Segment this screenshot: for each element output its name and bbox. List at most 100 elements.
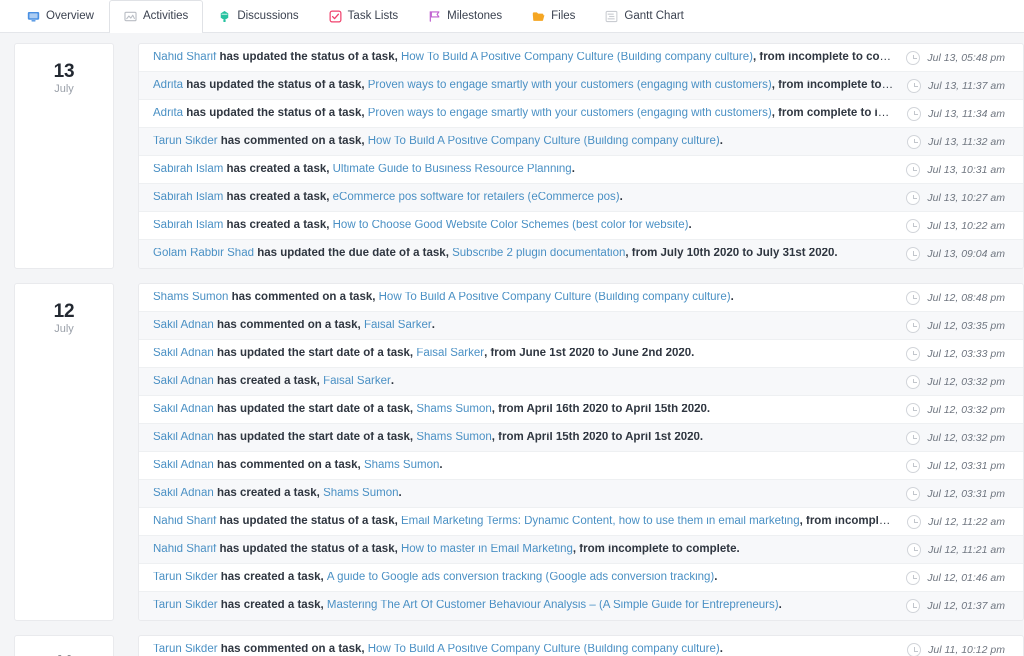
activity-user-link[interactable]: Sakil Adnan xyxy=(153,488,214,499)
activity-action-text: has commented on a task, xyxy=(217,644,368,656)
activity-task-link[interactable]: Shams Sumon xyxy=(416,432,491,443)
activity-row[interactable]: Sakil Adnan has updated the start date o… xyxy=(139,340,1023,368)
activity-row[interactable]: Adrita has updated the status of a task,… xyxy=(139,72,1023,100)
activity-task-link[interactable]: Proven ways to engage smartly with your … xyxy=(368,80,772,91)
activity-row[interactable]: Shams Sumon has commented on a task, How… xyxy=(139,284,1023,312)
tab-milestones[interactable]: Milestones xyxy=(413,0,517,32)
activity-user-link[interactable]: Sakil Adnan xyxy=(153,432,214,443)
activity-text: Sabirah Islam has created a task, How to… xyxy=(153,220,892,232)
activity-row[interactable]: Sabirah Islam has created a task, Ultima… xyxy=(139,156,1023,184)
tab-task-lists[interactable]: Task Lists xyxy=(314,0,414,32)
activity-user-link[interactable]: Adrita xyxy=(153,80,183,91)
activity-task-link[interactable]: Mastering The Art Of Customer Behaviour … xyxy=(327,600,779,611)
activity-tail-text: . xyxy=(398,487,402,499)
activity-row[interactable]: Nahid Sharif has updated the status of a… xyxy=(139,44,1023,72)
activity-task-link[interactable]: How To Build A Positive Company Culture … xyxy=(401,52,753,63)
activity-task-link[interactable]: Ultimate Guide to Business Resource Plan… xyxy=(333,164,572,175)
activity-tail-text: . xyxy=(439,459,443,471)
activity-task-link[interactable]: Shams Sumon xyxy=(416,404,491,415)
activity-task-link[interactable]: Faisal Sarker xyxy=(416,348,484,359)
activity-task-link[interactable]: Shams Sumon xyxy=(323,488,398,499)
activity-timestamp: Jul 12, 11:22 am xyxy=(928,515,1005,528)
activity-user-link[interactable]: Sakil Adnan xyxy=(153,320,214,331)
activity-user-link[interactable]: Sakil Adnan xyxy=(153,404,214,415)
activity-tail-text: . xyxy=(619,191,623,203)
activity-row[interactable]: Sakil Adnan has updated the start date o… xyxy=(139,424,1023,452)
date-month-label: July xyxy=(54,82,74,95)
activity-task-link[interactable]: How To Build A Positive Company Culture … xyxy=(379,292,731,303)
activity-action-text: has commented on a task, xyxy=(213,319,364,331)
activity-row[interactable]: Sakil Adnan has created a task, Shams Su… xyxy=(139,480,1023,508)
tab-label: Discussions xyxy=(237,9,299,22)
clock-icon xyxy=(906,318,921,333)
activity-user-link[interactable]: Nahid Sharif xyxy=(153,52,216,63)
activity-row[interactable]: Nahid Sharif has updated the status of a… xyxy=(139,536,1023,564)
activity-meta: Jul 12, 03:32 pm xyxy=(906,402,1023,417)
activity-task-link[interactable]: Proven ways to engage smartly with your … xyxy=(368,108,772,119)
activity-meta: Jul 12, 01:37 am xyxy=(906,599,1023,613)
tab-activities[interactable]: Activities xyxy=(108,0,204,33)
activity-text: Sakil Adnan has updated the start date o… xyxy=(153,432,892,444)
activity-row[interactable]: Tarun Sikder has created a task, Masteri… xyxy=(139,592,1023,620)
activity-action-text: has updated the start date of a task, xyxy=(213,403,417,415)
activity-task-link[interactable]: Email Marketing Terms: Dynamic Content, … xyxy=(401,516,800,527)
tab-discussions[interactable]: Discussions xyxy=(203,0,313,32)
activity-row[interactable]: Sakil Adnan has commented on a task, Fai… xyxy=(139,312,1023,340)
activity-timestamp: Jul 13, 10:22 am xyxy=(927,219,1005,232)
activity-user-link[interactable]: Nahid Sharif xyxy=(153,544,216,555)
activity-task-link[interactable]: Subscribe 2 plugin documentation xyxy=(452,248,625,259)
activity-task-link[interactable]: Faisal Sarker xyxy=(323,376,391,387)
activity-text: Sakil Adnan has commented on a task, Sha… xyxy=(153,460,892,472)
activity-row[interactable]: Sakil Adnan has updated the start date o… xyxy=(139,396,1023,424)
activity-row[interactable]: Sabirah Islam has created a task, How to… xyxy=(139,212,1023,240)
activity-task-link[interactable]: How to Choose Good Website Color Schemes… xyxy=(333,220,689,231)
activity-text: Adrita has updated the status of a task,… xyxy=(153,108,893,120)
activity-text: Tarun Sikder has created a task, A guide… xyxy=(153,572,892,584)
activity-task-link[interactable]: How To Build A Positive Company Culture … xyxy=(368,136,720,147)
tab-files[interactable]: Files xyxy=(517,0,590,32)
activity-row[interactable]: Adrita has updated the status of a task,… xyxy=(139,100,1023,128)
activity-task-link[interactable]: Faisal Sarker xyxy=(364,320,432,331)
activity-row[interactable]: Sakil Adnan has commented on a task, Sha… xyxy=(139,452,1023,480)
activity-user-link[interactable]: Sakil Adnan xyxy=(153,348,214,359)
activity-user-link[interactable]: Tarun Sikder xyxy=(153,600,218,611)
activity-meta: Jul 13, 10:31 am xyxy=(906,162,1023,177)
activity-row[interactable]: Sakil Adnan has created a task, Faisal S… xyxy=(139,368,1023,396)
activity-action-text: has created a task, xyxy=(223,163,333,175)
activity-action-text: has commented on a task, xyxy=(217,135,368,147)
activity-row[interactable]: Nahid Sharif has updated the status of a… xyxy=(139,508,1023,536)
activity-task-link[interactable]: eCommerce pos software for retailers (eC… xyxy=(333,192,620,203)
activity-user-link[interactable]: Tarun Sikder xyxy=(153,572,218,583)
activity-task-link[interactable]: How To Build A Positive Company Culture … xyxy=(368,644,720,655)
activity-user-link[interactable]: Tarun Sikder xyxy=(153,136,218,147)
activity-row[interactable]: Tarun Sikder has commented on a task, Ho… xyxy=(139,128,1023,156)
tab-label: Overview xyxy=(46,9,94,22)
activity-user-link[interactable]: Sakil Adnan xyxy=(153,460,214,471)
activity-user-link[interactable]: Adrita xyxy=(153,108,183,119)
activity-action-text: has created a task, xyxy=(217,571,327,583)
activity-row[interactable]: Golam Rabbir Shad has updated the due da… xyxy=(139,240,1023,268)
activity-task-link[interactable]: A guide to Google ads conversion trackin… xyxy=(327,572,714,583)
activity-row[interactable]: Tarun Sikder has created a task, A guide… xyxy=(139,564,1023,592)
activity-action-text: has created a task, xyxy=(217,600,327,612)
activity-text: Nahid Sharif has updated the status of a… xyxy=(153,52,892,64)
tab-gantt-chart[interactable]: Gantt Chart xyxy=(590,0,698,32)
activity-row[interactable]: Sabirah Islam has created a task, eComme… xyxy=(139,184,1023,212)
activity-action-text: has created a task, xyxy=(213,375,324,387)
activity-task-link[interactable]: How to master in Email Marketing xyxy=(401,544,573,555)
activity-user-link[interactable]: Sabirah Islam xyxy=(153,192,223,203)
activity-user-link[interactable]: Nahid Sharif xyxy=(153,516,216,527)
activity-row[interactable]: Tarun Sikder has commented on a task, Ho… xyxy=(139,636,1023,656)
tasklist-icon xyxy=(329,10,342,23)
activity-task-link[interactable]: Shams Sumon xyxy=(364,460,439,471)
activity-tail-text: . xyxy=(778,600,782,612)
activity-user-link[interactable]: Golam Rabbir Shad xyxy=(153,248,254,259)
activity-user-link[interactable]: Sabirah Islam xyxy=(153,220,223,231)
activity-tail-text: . xyxy=(390,375,395,387)
activity-user-link[interactable]: Shams Sumon xyxy=(153,292,228,303)
date-card: 13 July xyxy=(14,43,114,269)
tab-overview[interactable]: Overview xyxy=(12,0,109,32)
activity-user-link[interactable]: Sakil Adnan xyxy=(153,376,214,387)
activity-user-link[interactable]: Tarun Sikder xyxy=(153,644,218,655)
activity-user-link[interactable]: Sabirah Islam xyxy=(153,164,223,175)
